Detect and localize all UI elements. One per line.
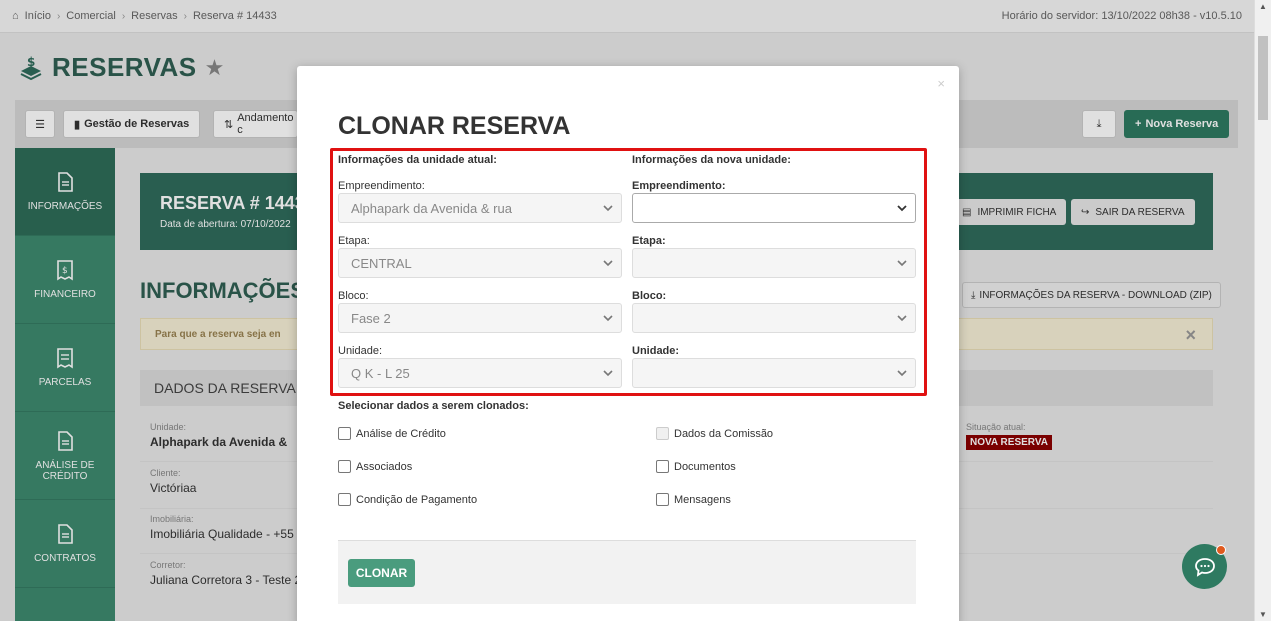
check-label: Condição de Pagamento <box>356 493 478 506</box>
chat-button[interactable] <box>1182 544 1227 589</box>
new-etapa-label: Etapa: <box>632 235 666 247</box>
current-empreendimento-label: Empreendimento: <box>338 180 425 192</box>
modal-close-icon[interactable]: × <box>937 76 945 91</box>
chevron-down-icon <box>897 205 907 212</box>
new-bloco-label: Bloco: <box>632 290 667 302</box>
chat-icon <box>1194 557 1215 577</box>
checkbox-disabled <box>656 427 669 440</box>
select-value: CENTRAL <box>351 256 412 271</box>
current-etapa-label: Etapa: <box>338 235 370 247</box>
current-bloco-label: Bloco: <box>338 290 369 302</box>
check-associados[interactable]: Associados <box>338 460 412 473</box>
checkbox[interactable] <box>656 493 669 506</box>
current-bloco-select: Fase 2 <box>338 303 622 333</box>
select-value: Q K - L 25 <box>351 366 410 381</box>
check-label: Associados <box>356 460 413 473</box>
new-unidade-select[interactable] <box>632 358 916 388</box>
check-documentos[interactable]: Documentos <box>656 460 736 473</box>
check-analise-credito[interactable]: Análise de Crédito <box>338 427 446 440</box>
current-unidade-select: Q K - L 25 <box>338 358 622 388</box>
check-label: Mensagens <box>674 493 731 506</box>
current-unidade-label: Unidade: <box>338 345 383 357</box>
new-unit-heading: Informações da nova unidade: <box>632 154 791 166</box>
modal-title: CLONAR RESERVA <box>338 112 571 140</box>
new-unidade-label: Unidade: <box>632 345 680 357</box>
scroll-up-icon[interactable]: ▲ <box>1259 2 1267 11</box>
notification-dot <box>1216 545 1226 555</box>
check-condicao-pagamento[interactable]: Condição de Pagamento <box>338 493 477 506</box>
check-label: Análise de Crédito <box>356 427 446 440</box>
checkbox[interactable] <box>338 427 351 440</box>
new-empreendimento-label: Empreendimento: <box>632 180 726 192</box>
chevron-down-icon <box>897 315 907 322</box>
chevron-down-icon <box>603 370 613 377</box>
modal-footer: CLONAR <box>338 540 916 604</box>
checkbox[interactable] <box>338 460 351 473</box>
current-unit-heading: Informações da unidade atual: <box>338 154 497 166</box>
checks-title: Selecionar dados a serem clonados: <box>338 400 529 412</box>
check-label: Dados da Comissão <box>674 427 774 440</box>
current-etapa-select: CENTRAL <box>338 248 622 278</box>
chevron-down-icon <box>897 260 907 267</box>
check-dados-comissao: Dados da Comissão <box>656 427 773 440</box>
checkbox[interactable] <box>656 460 669 473</box>
new-empreendimento-select[interactable] <box>632 193 916 223</box>
chevron-down-icon <box>603 260 613 267</box>
checkbox[interactable] <box>338 493 351 506</box>
clonar-button[interactable]: CLONAR <box>348 559 415 587</box>
select-value: Alphapark da Avenida & rua <box>351 201 512 216</box>
check-label: Documentos <box>674 460 736 473</box>
clone-reservation-modal: × CLONAR RESERVA Informações da unidade … <box>297 66 959 621</box>
scroll-down-icon[interactable]: ▼ <box>1259 610 1267 619</box>
select-value: Fase 2 <box>351 311 391 326</box>
new-bloco-select[interactable] <box>632 303 916 333</box>
current-empreendimento-select: Alphapark da Avenida & rua <box>338 193 622 223</box>
scrollbar[interactable]: ▲ ▼ <box>1254 0 1271 621</box>
scrollbar-thumb[interactable] <box>1258 36 1268 120</box>
chevron-down-icon <box>603 205 613 212</box>
new-etapa-select[interactable] <box>632 248 916 278</box>
check-mensagens[interactable]: Mensagens <box>656 493 731 506</box>
chevron-down-icon <box>897 370 907 377</box>
chevron-down-icon <box>603 315 613 322</box>
